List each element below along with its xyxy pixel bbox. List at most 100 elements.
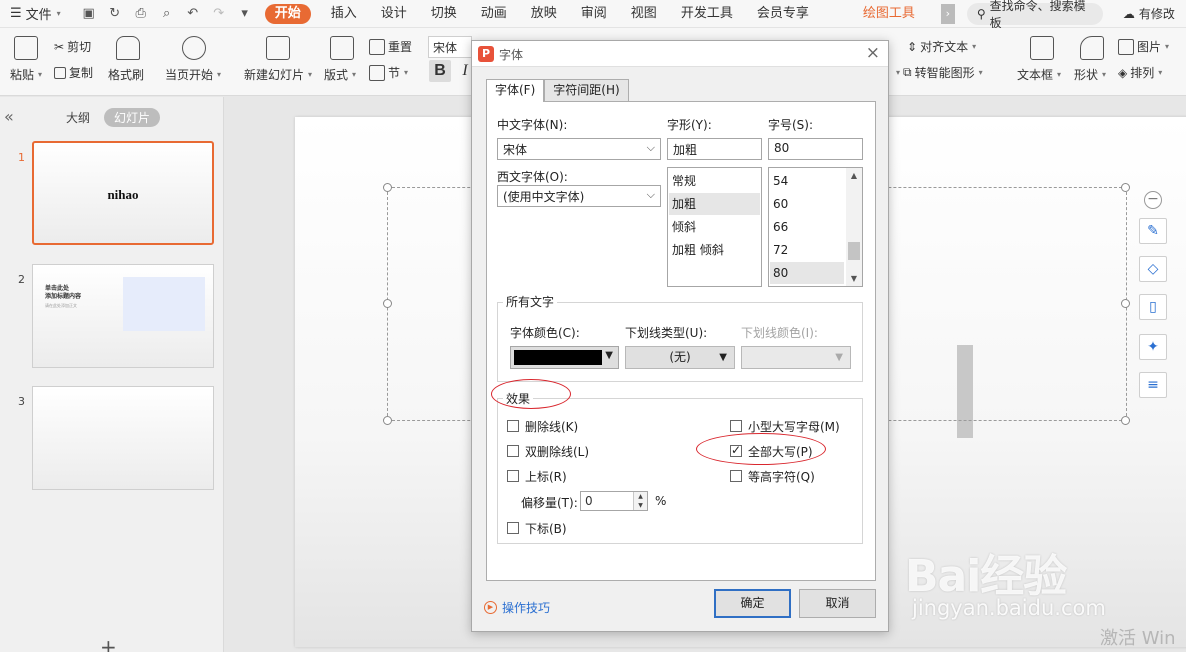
undo-icon[interactable]: ↶ (185, 6, 201, 22)
cut-button[interactable]: ✂ 剪切 (54, 38, 91, 55)
font-color-picker[interactable]: ▼ (510, 346, 619, 369)
customize-chevron-icon[interactable]: ▾ (237, 6, 253, 22)
slide-thumbnail-2[interactable]: 单击此处 添加标题内容 请在此处添加正文 (32, 264, 214, 368)
picture-button[interactable]: 图片 ▾ (1118, 38, 1169, 55)
list-item[interactable]: 加粗 (669, 193, 760, 215)
list-item[interactable]: 倾斜 (669, 216, 760, 238)
tab-outline[interactable]: 大纲 (66, 109, 90, 126)
lightbulb-icon[interactable]: ✦ (1139, 334, 1167, 360)
tab-animations[interactable]: 动画 (469, 0, 519, 28)
textbox-button[interactable]: 文本框 ▾ (1017, 66, 1061, 83)
tab-developer[interactable]: 开发工具 (669, 0, 745, 28)
arrange-button[interactable]: ◈ 排列 ▾ (1118, 64, 1162, 81)
layout-button[interactable]: 版式 ▾ (324, 66, 356, 83)
cn-font-select[interactable]: 宋体 ⌵ (497, 138, 661, 160)
more-tabs-button[interactable]: › (940, 3, 955, 24)
collapse-tools-icon[interactable]: − (1144, 191, 1162, 209)
scroll-up-icon[interactable]: ▲ (846, 171, 862, 180)
smartart-button[interactable]: ▾ ⧉ 转智能图形 ▾ (895, 64, 983, 81)
double-strikethrough-checkbox[interactable] (507, 445, 519, 457)
text-format-icon[interactable]: ≡ (1139, 372, 1167, 398)
list-item[interactable]: 72 (770, 239, 844, 261)
west-font-select[interactable]: (使用中文字体) ⌵ (497, 185, 661, 207)
tab-drawing-tools[interactable]: 绘图工具 (851, 0, 927, 28)
slide-thumbnail-3[interactable] (32, 386, 214, 490)
fill-icon[interactable]: ◇ (1139, 256, 1167, 282)
spinner-buttons[interactable]: ▲ ▼ (633, 492, 647, 510)
bold-button[interactable]: B (429, 60, 451, 82)
subscript-checkbox[interactable] (507, 522, 519, 534)
resize-handle[interactable] (1121, 299, 1130, 308)
list-item[interactable]: 加粗 倾斜 (669, 239, 760, 261)
slideshow-from-current-button[interactable]: 当页开始 ▾ (165, 66, 221, 83)
list-item[interactable]: 常规 (669, 170, 760, 192)
file-menu[interactable]: ☰ 文件 ▾ (0, 4, 71, 23)
collapse-panel-icon[interactable]: « (4, 107, 14, 126)
list-item[interactable]: 54 (770, 170, 844, 192)
tab-insert[interactable]: 插入 (319, 0, 369, 28)
font-name-box[interactable]: 宋体 (428, 36, 472, 58)
resize-handle[interactable] (383, 416, 392, 425)
shape-button[interactable]: 形状 ▾ (1074, 66, 1106, 83)
align-text-button[interactable]: ⇕ 对齐文本 ▾ (907, 38, 976, 55)
strikethrough-checkbox[interactable] (507, 420, 519, 432)
save-icon[interactable]: ▣ (81, 6, 97, 22)
list-item[interactable]: 80 (770, 262, 844, 284)
command-search[interactable]: ⚲ 查找命令、搜索模板 (966, 0, 1103, 30)
resize-handle[interactable] (1121, 183, 1130, 192)
tab-review[interactable]: 审阅 (569, 0, 619, 28)
export-icon[interactable]: ↻ (107, 6, 123, 22)
tab-transitions[interactable]: 切换 (419, 0, 469, 28)
reset-button[interactable]: 重置 (369, 38, 412, 55)
paste-button[interactable]: 粘贴 ▾ (10, 66, 42, 83)
spin-down-icon[interactable]: ▼ (634, 501, 647, 510)
font-size-list[interactable]: 54 60 66 72 80 ▲ ▼ (768, 167, 863, 287)
resize-handle[interactable] (383, 299, 392, 308)
tab-slideshow[interactable]: 放映 (519, 0, 569, 28)
font-style-input[interactable]: 加粗 (667, 138, 762, 160)
slide-thumbnail-title: 添加标题内容 (45, 293, 82, 300)
superscript-checkbox[interactable] (507, 470, 519, 482)
small-caps-checkbox[interactable] (730, 420, 742, 432)
spin-up-icon[interactable]: ▲ (634, 492, 647, 501)
section-button[interactable]: 节 ▾ (369, 64, 408, 81)
slide-thumbnail-1[interactable]: nihao (32, 141, 214, 245)
font-style-list[interactable]: 常规 加粗 倾斜 加粗 倾斜 (667, 167, 762, 287)
modify-status[interactable]: ☁ 有修改 (1123, 5, 1175, 22)
close-icon[interactable]: × (866, 43, 880, 63)
underline-type-select[interactable]: (无) ▼ (625, 346, 735, 369)
scroll-down-icon[interactable]: ▼ (846, 274, 862, 283)
add-slide-button[interactable]: + (100, 635, 117, 652)
offset-spinner[interactable]: 0 ▲ ▼ (580, 491, 648, 511)
scroll-thumb[interactable] (848, 242, 860, 260)
tab-design[interactable]: 设计 (369, 0, 419, 28)
list-item[interactable]: 66 (770, 216, 844, 238)
tab-slides[interactable]: 幻灯片 (104, 108, 161, 127)
print-preview-icon[interactable]: ⌕ (159, 6, 175, 22)
cancel-button[interactable]: 取消 (799, 589, 876, 618)
size-list-scrollbar[interactable]: ▲ ▼ (846, 168, 862, 286)
list-item[interactable]: 60 (770, 193, 844, 215)
tab-character-spacing[interactable]: 字符间距(H) (544, 79, 629, 101)
resize-handle[interactable] (1121, 416, 1130, 425)
font-size-input[interactable]: 80 (768, 138, 863, 160)
print-icon[interactable]: ⎙ (133, 6, 149, 22)
tab-view[interactable]: 视图 (619, 0, 669, 28)
chevron-down-icon: ▾ (1102, 70, 1107, 79)
equal-height-checkbox[interactable] (730, 470, 742, 482)
copy-button[interactable]: 复制 (54, 64, 93, 81)
tab-member[interactable]: 会员专享 (745, 0, 821, 28)
new-slide-button[interactable]: 新建幻灯片 ▾ (244, 66, 312, 83)
tab-font[interactable]: 字体(F) (486, 79, 545, 102)
pen-icon[interactable]: ✎ (1139, 218, 1167, 244)
ok-button[interactable]: 确定 (714, 589, 791, 618)
operation-tips-link[interactable]: ▶ 操作技巧 (484, 599, 550, 616)
border-icon[interactable]: ▯ (1139, 294, 1167, 320)
redo-icon[interactable]: ↷ (211, 6, 227, 22)
chevron-down-icon: ▾ (38, 70, 43, 79)
format-painter-button[interactable]: 格式刷 (108, 66, 144, 83)
tab-home[interactable]: 开始 (264, 3, 311, 24)
resize-handle[interactable] (383, 183, 392, 192)
italic-button[interactable]: I (458, 60, 472, 82)
new-slide-icon (266, 36, 290, 60)
